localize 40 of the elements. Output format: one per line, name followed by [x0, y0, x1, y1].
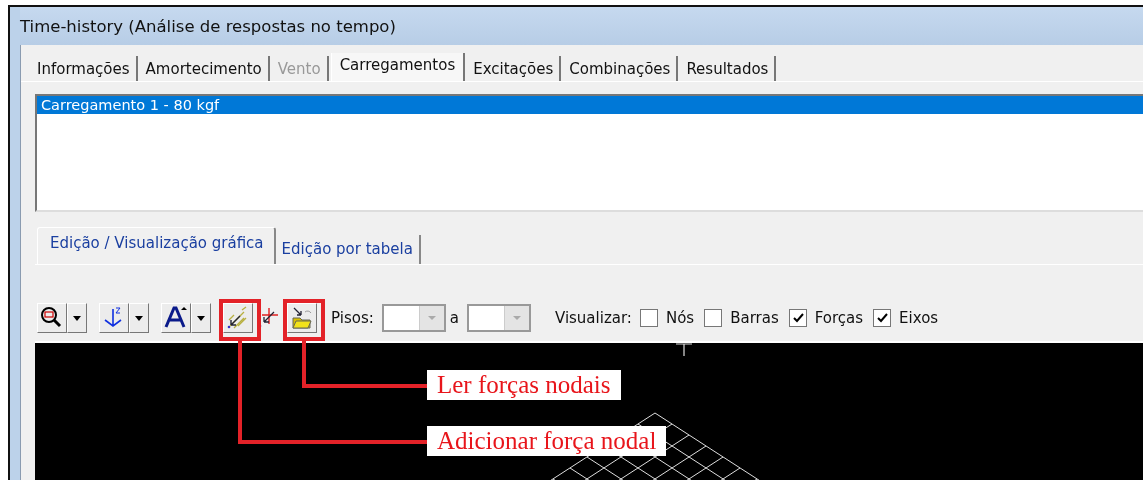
callout-label: Ler forças nodais [427, 370, 621, 400]
text-button[interactable] [161, 303, 191, 333]
letter-icon [164, 306, 188, 330]
checkbox-label: Forças [814, 309, 864, 327]
checkbox[interactable] [788, 309, 807, 327]
read-forces-button[interactable] [287, 303, 317, 333]
list-item[interactable]: Carregamento 1 - 80 kgf [37, 96, 1143, 114]
checkbox[interactable] [873, 309, 892, 327]
field-label: a [449, 309, 459, 327]
caret-icon [196, 314, 206, 322]
folder-arrow-icon [290, 306, 314, 330]
checkbox[interactable] [639, 309, 658, 327]
callout-label: Adicionar força nodal [427, 426, 667, 456]
checkbox-label: Eixos [899, 309, 939, 327]
checkmark-icon [876, 312, 889, 324]
zoom-button[interactable] [37, 303, 67, 333]
tab[interactable]: Edição / Visualização gráfica [37, 227, 276, 264]
add-force-button[interactable] [223, 303, 253, 333]
field-label: Pisos: [331, 309, 374, 327]
highlight-frame [219, 299, 261, 341]
dropdown-button[interactable] [191, 303, 211, 333]
caret-icon [511, 315, 522, 321]
caret-icon [134, 314, 144, 322]
caret-icon [72, 314, 82, 322]
tab[interactable]: Carregamentos [330, 53, 466, 81]
dropdown-field[interactable] [381, 304, 446, 332]
dropdown-button[interactable] [67, 303, 87, 333]
dropdown-button[interactable] [129, 303, 149, 333]
checkbox-label: Barras [730, 309, 779, 327]
checkbox[interactable] [704, 309, 723, 327]
axes-button[interactable] [99, 303, 129, 333]
window-title: Time-history (Análise de respostas no tempo) [20, 16, 396, 36]
highlight-frame [283, 299, 325, 341]
cursor-icon [675, 343, 693, 357]
dropdown-field[interactable] [466, 304, 531, 332]
checkbox-label: Nós [665, 309, 695, 327]
caret-icon [426, 315, 437, 321]
field-label: Visualizar: [554, 309, 632, 327]
magnifier-icon [40, 306, 64, 330]
checkmark-icon [791, 312, 804, 324]
